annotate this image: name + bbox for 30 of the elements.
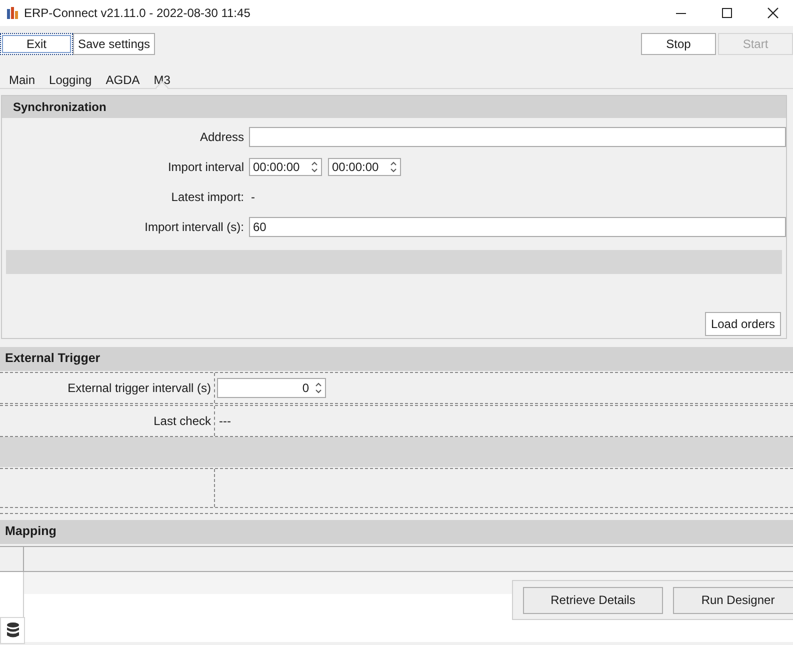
section-header: External Trigger xyxy=(0,347,793,371)
field-label: Address xyxy=(200,130,244,144)
app-logo-icon xyxy=(6,6,20,20)
readout-text: --- xyxy=(218,414,231,428)
input-field[interactable]: 60 xyxy=(249,217,786,237)
close-icon[interactable] xyxy=(767,7,779,19)
window-title: ERP-Connect v21.11.0 - 2022-08-30 11:45 xyxy=(24,6,250,20)
toolbar-button[interactable]: Exit xyxy=(0,33,73,55)
load-orders-button[interactable]: Load orders xyxy=(704,312,781,336)
maximize-icon[interactable] xyxy=(721,7,733,19)
tab[interactable]: AGDA xyxy=(98,70,147,88)
field-label: Latest import: xyxy=(171,190,244,204)
input-field[interactable] xyxy=(249,127,786,147)
field-label: External trigger intervall (s) xyxy=(68,381,211,395)
mapping-button[interactable]: Retrieve Details xyxy=(523,586,663,614)
section-header: Mapping xyxy=(0,520,793,544)
field-label: Import interval xyxy=(168,160,244,174)
number-spinner[interactable]: 0 xyxy=(217,378,326,398)
toolbar-button[interactable]: Save settings xyxy=(73,33,156,55)
section-header: Synchronization xyxy=(2,96,786,118)
toolbar-button[interactable]: Stop xyxy=(641,33,716,55)
tab[interactable]: Main xyxy=(2,70,42,88)
mapping-button[interactable]: Run Designer xyxy=(673,586,793,614)
database-icon[interactable] xyxy=(6,622,20,639)
readout-text: - xyxy=(250,190,255,204)
tab[interactable]: Logging xyxy=(42,70,99,88)
field-label: Last check xyxy=(154,414,211,428)
time-spinner[interactable]: 00:00:00 xyxy=(249,158,322,176)
time-spinner[interactable]: 00:00:00 xyxy=(328,158,401,176)
field-label: Import intervall (s): xyxy=(144,220,244,234)
